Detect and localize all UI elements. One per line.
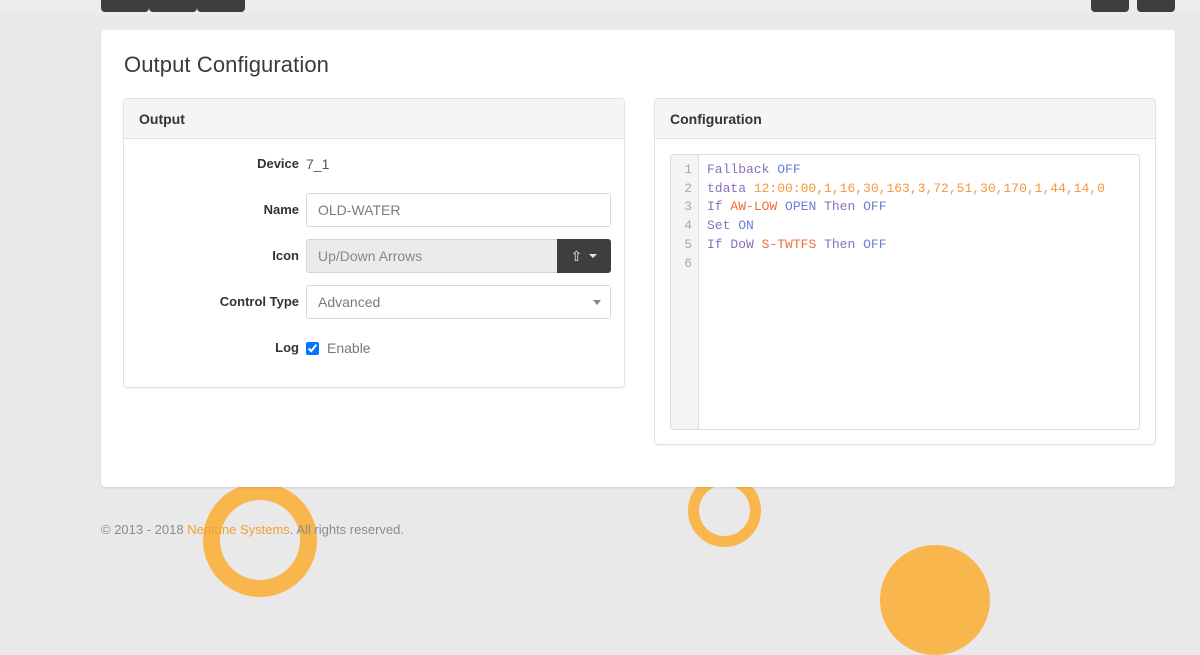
name-label: Name xyxy=(263,202,299,217)
nav-button-4[interactable] xyxy=(1091,0,1129,12)
page-title: Output Configuration xyxy=(124,52,330,77)
code-token: Set xyxy=(707,218,731,234)
icon-label: Icon xyxy=(272,248,299,263)
code-token: If xyxy=(707,236,723,252)
code-token: Then xyxy=(824,199,856,215)
decorative-disc-filled xyxy=(880,545,990,655)
code-line-number-gutter: 1 2 3 4 5 6 xyxy=(671,155,699,429)
code-line-number: 6 xyxy=(684,255,692,271)
code-token: OPEN xyxy=(785,199,817,215)
code-line-number: 2 xyxy=(684,180,692,196)
code-token: Then xyxy=(824,236,856,252)
configuration-panel-title: Configuration xyxy=(670,110,762,127)
code-content-area[interactable]: Fallback OFF tdata 12:00:00,1,16,30,163,3… xyxy=(699,155,1139,429)
code-token: AW-LOW xyxy=(730,199,778,215)
name-input[interactable] xyxy=(306,193,611,227)
code-token: ON xyxy=(738,218,754,234)
code-line-number: 3 xyxy=(684,199,692,215)
form-row-log: Log Enable xyxy=(124,331,624,365)
code-line: If AW-LOW OPEN Then OFF xyxy=(707,198,1139,217)
nav-button-2[interactable] xyxy=(149,0,197,12)
code-token: OFF xyxy=(777,162,801,177)
configuration-panel: Configuration 123456 Fallback OFF tdata 1… xyxy=(654,98,1156,445)
code-token: DoW xyxy=(730,236,754,252)
output-panel-title: Output xyxy=(139,110,185,127)
code-line-number: 5 xyxy=(684,236,692,252)
code-token: S-TWTFS xyxy=(761,236,817,252)
code-line: Set ON xyxy=(707,217,1139,236)
code-line-number: 1 xyxy=(684,162,692,177)
footer: © 2013 - 2018 Neptune Systems. All right… xyxy=(101,522,404,537)
code-token: If xyxy=(707,199,723,215)
configuration-panel-heading: Configuration xyxy=(655,99,1155,139)
code-token: 12:00:00,1,16,30,163,3,72,51,30,170,1,44… xyxy=(753,180,1105,196)
footer-copyright-prefix: © 2013 - 2018 xyxy=(101,522,188,537)
footer-brand-link[interactable]: Neptune Systems xyxy=(187,522,290,537)
code-token: OFF xyxy=(863,199,887,215)
code-token: OFF xyxy=(863,236,887,252)
log-enable-checkbox[interactable] xyxy=(306,341,319,355)
top-navbar xyxy=(0,0,1200,14)
device-label: Device xyxy=(257,156,299,171)
nav-button-1[interactable] xyxy=(101,0,149,12)
icon-dropdown-button[interactable]: ⇧ xyxy=(557,239,611,273)
code-token: Fallback xyxy=(707,162,770,177)
configuration-panel-body: 123456 Fallback OFF tdata 12:00:00,1,16,3… xyxy=(655,139,1155,445)
device-value: 7_1 xyxy=(306,156,330,172)
icon-input[interactable] xyxy=(306,239,557,273)
footer-copyright-suffix: . All rights reserved. xyxy=(289,522,404,537)
chevron-down-icon xyxy=(589,254,598,258)
code-line: Fallback OFF xyxy=(707,161,1139,180)
log-label: Log xyxy=(275,340,299,355)
control-type-select[interactable]: Advanced xyxy=(306,285,611,319)
code-line: If DoW S-TWTFS Then OFF xyxy=(707,236,1139,255)
code-line-number: 4 xyxy=(684,218,692,234)
output-panel: Output Device 7_1 Name Icon xyxy=(123,98,625,388)
output-panel-body: Device 7_1 Name Icon ⇧ xyxy=(124,139,624,356)
code-line: tdata 12:00:00,1,16,30,163,3,72,51,30,17… xyxy=(707,180,1139,199)
decorative-ring-large xyxy=(203,483,317,597)
code-token: tdata xyxy=(707,180,747,196)
up-arrow-icon: ⇧ xyxy=(570,248,583,264)
form-row-icon: Icon ⇧ xyxy=(124,239,624,273)
form-row-device: Device 7_1 xyxy=(124,147,624,181)
nav-button-3[interactable] xyxy=(197,0,245,12)
control-type-label: Control Type xyxy=(219,294,299,309)
nav-button-5[interactable] xyxy=(1137,0,1175,12)
configuration-code-editor[interactable]: 123456 Fallback OFF tdata 12:00:00,1,16,3… xyxy=(670,154,1140,430)
form-row-name: Name xyxy=(124,193,624,227)
log-enable-label: Enable xyxy=(327,340,371,356)
content-card: Output Configuration Output Device 7_1 N… xyxy=(101,30,1175,487)
form-row-control-type: Control Type Advanced xyxy=(124,285,624,319)
output-panel-heading: Output xyxy=(124,99,624,139)
icon-input-group: ⇧ xyxy=(306,239,611,273)
